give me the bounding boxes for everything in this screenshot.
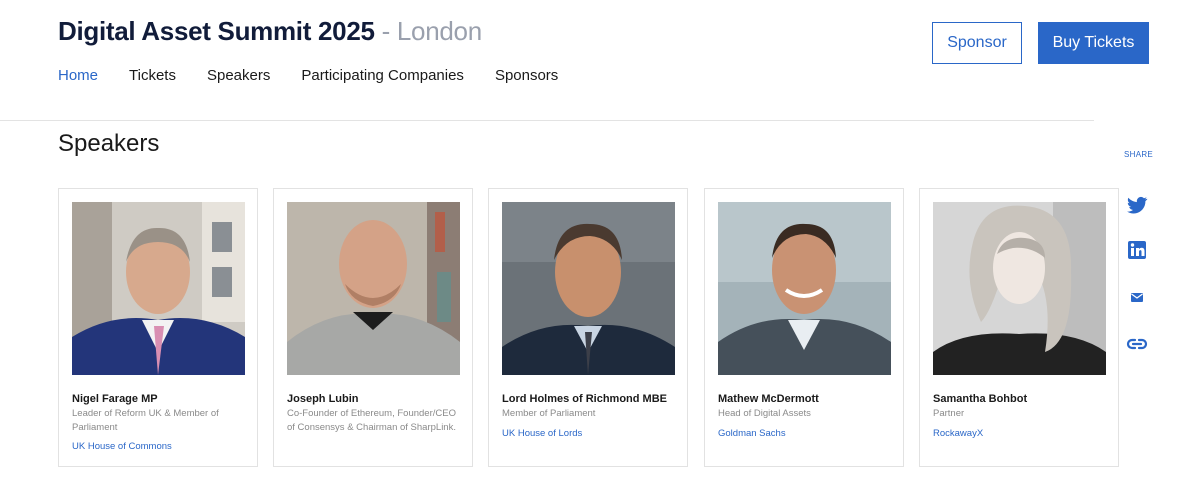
speaker-cards: Nigel Farage MP Leader of Reform UK & Me…: [58, 188, 1119, 468]
twitter-icon[interactable]: [1125, 193, 1149, 217]
buy-tickets-button[interactable]: Buy Tickets: [1038, 22, 1149, 64]
speaker-role: Leader of Reform UK & Member of Parliame…: [72, 408, 219, 433]
speaker-card[interactable]: Mathew McDermott Head of Digital Assets …: [704, 188, 904, 467]
speaker-name: Nigel Farage MP: [72, 393, 158, 405]
sponsor-button[interactable]: Sponsor: [932, 22, 1022, 64]
speaker-org-link[interactable]: UK House of Commons: [72, 441, 172, 452]
nav-participating-companies[interactable]: Participating Companies: [301, 67, 464, 84]
share-label: SHARE: [1124, 150, 1154, 159]
speaker-card[interactable]: Samantha Bohbot Partner RockawayX: [919, 188, 1119, 467]
event-name: Digital Asset Summit 2025: [58, 16, 375, 46]
nav-tickets[interactable]: Tickets: [129, 67, 176, 84]
speaker-photo: [72, 202, 245, 375]
speaker-role: Partner: [933, 408, 965, 419]
main-nav: Home Tickets Speakers Participating Comp…: [58, 67, 589, 84]
nav-speakers[interactable]: Speakers: [207, 67, 270, 84]
speaker-card[interactable]: Lord Holmes of Richmond MBE Member of Pa…: [488, 188, 688, 467]
speaker-name: Mathew McDermott: [718, 393, 819, 405]
speaker-role: Member of Parliament: [502, 408, 596, 419]
speaker-name: Samantha Bohbot: [933, 393, 1028, 405]
site-header: Digital Asset Summit 2025 - London Home …: [0, 0, 1200, 120]
page-title: Digital Asset Summit 2025 - London: [58, 16, 482, 47]
speakers-heading: Speakers: [58, 130, 160, 157]
speaker-photo: [933, 202, 1106, 375]
speaker-role: Co-Founder of Ethereum, Founder/CEO of C…: [287, 408, 456, 433]
speaker-photo: [287, 202, 460, 375]
speaker-role: Head of Digital Assets: [718, 408, 811, 419]
header-divider: [0, 120, 1094, 121]
speaker-org-link[interactable]: Goldman Sachs: [718, 428, 786, 439]
speaker-org-link[interactable]: RockawayX: [933, 428, 983, 439]
nav-home[interactable]: Home: [58, 67, 98, 84]
title-separator: -: [381, 16, 391, 46]
speaker-photo: [718, 202, 891, 375]
link-icon[interactable]: [1125, 332, 1149, 356]
speaker-photo: [502, 202, 675, 375]
linkedin-icon[interactable]: [1125, 238, 1149, 262]
email-icon[interactable]: [1125, 286, 1149, 310]
speaker-org-link[interactable]: UK House of Lords: [502, 428, 582, 439]
speaker-name: Lord Holmes of Richmond MBE: [502, 393, 667, 405]
speaker-card[interactable]: Joseph Lubin Co-Founder of Ethereum, Fou…: [273, 188, 473, 467]
speaker-card[interactable]: Nigel Farage MP Leader of Reform UK & Me…: [58, 188, 258, 467]
event-city: London: [396, 16, 482, 46]
speaker-name: Joseph Lubin: [287, 393, 359, 405]
nav-sponsors[interactable]: Sponsors: [495, 67, 558, 84]
